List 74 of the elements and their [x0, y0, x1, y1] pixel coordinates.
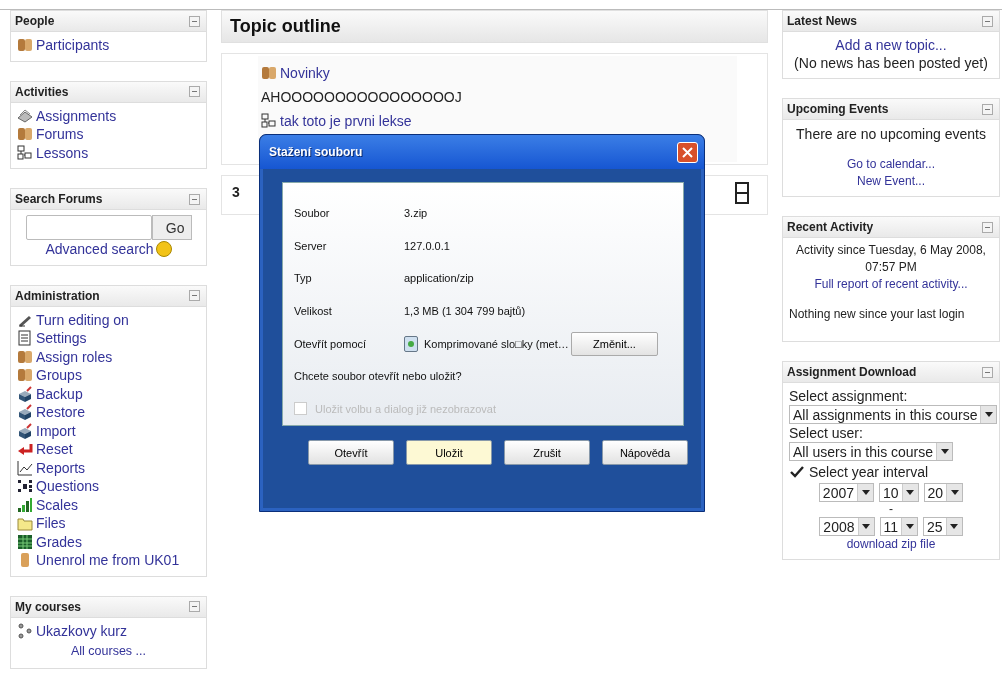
field-label: Select user:: [789, 424, 864, 442]
sidebar-link[interactable]: Settings: [17, 329, 200, 348]
block-title: Recent Activity: [787, 220, 874, 234]
field-label: Server: [294, 239, 328, 252]
field-label: Typ: [294, 272, 313, 285]
sidebar-link[interactable]: Files: [17, 514, 200, 533]
block-title: People: [15, 14, 55, 28]
all-courses-link[interactable]: All courses ...: [17, 640, 200, 662]
calendar-link[interactable]: New Event...: [789, 173, 993, 190]
block-title: Search Forums: [15, 192, 103, 206]
user-select[interactable]: All users in this course: [789, 442, 954, 461]
field-value: application/zip: [404, 272, 474, 285]
sidebar-link[interactable]: Reset: [17, 440, 200, 459]
full-report-link[interactable]: Full report of recent activity...: [789, 276, 993, 293]
field-value: 3.zip: [404, 207, 428, 220]
sidebar-link[interactable]: Ukazkovy kurz: [17, 621, 200, 640]
news-note: (No news has been posted yet): [793, 54, 989, 72]
field-value: Komprimované slo□ky (met…: [424, 337, 569, 350]
sidebar-link[interactable]: Forums: [17, 125, 200, 144]
dialog-title: Stažení souboru: [269, 145, 363, 159]
field-value: 1,3 MB (1 304 799 bajtů): [404, 305, 526, 317]
date-select[interactable]: 25: [923, 517, 963, 536]
dialog-button[interactable]: Nápověda: [602, 440, 688, 465]
sidebar-link[interactable]: Restore: [17, 403, 200, 422]
date-select[interactable]: 11: [879, 517, 919, 536]
activity-since: Activity since Tuesday, 6 May 2008, 07:57 PM: [795, 242, 987, 276]
dialog-button[interactable]: Zrušit: [504, 440, 590, 465]
activity-link[interactable]: tak toto je prvni lekse: [261, 109, 734, 133]
dialog-button[interactable]: Otevřít: [308, 440, 394, 465]
dialog-button[interactable]: Uložit: [406, 440, 492, 465]
date-separator: -: [888, 502, 894, 517]
go-button[interactable]: Go: [151, 215, 192, 240]
sidebar-link[interactable]: Lessons: [17, 143, 200, 162]
add-topic-link[interactable]: Add a new topic...: [789, 36, 993, 54]
advanced-search-link[interactable]: Advanced search: [45, 240, 154, 259]
sidebar-link[interactable]: Grades: [17, 532, 200, 551]
sidebar-link[interactable]: Unenrol me from UK01: [17, 551, 200, 570]
sidebar-link[interactable]: Turn editing on: [17, 310, 200, 329]
sidebar-link[interactable]: Questions: [17, 477, 200, 496]
date-select[interactable]: 2007: [818, 483, 874, 502]
activity-link[interactable]: Novinky: [261, 61, 734, 85]
sidebar-link[interactable]: Reports: [17, 458, 200, 477]
field-value: 127.0.0.1: [404, 239, 450, 252]
sidebar-link[interactable]: Import: [17, 421, 200, 440]
date-select[interactable]: 2008: [819, 517, 875, 536]
block-title: Upcoming Events: [787, 102, 889, 116]
assignment-select[interactable]: All assignments in this course: [789, 405, 998, 424]
sidebar-link[interactable]: Scales: [17, 495, 200, 514]
calendar-link[interactable]: Go to calendar...: [789, 156, 993, 173]
field-label: Soubor: [294, 207, 331, 220]
field-label: Select assignment:: [789, 387, 909, 405]
download-link[interactable]: download zip file: [789, 536, 993, 553]
block-title: Activities: [15, 84, 69, 99]
question-text: Chcete soubor otevřít nebo uložit?: [294, 370, 462, 383]
sidebar-link[interactable]: Participants: [17, 36, 200, 55]
section-text: AHOOOOOOOOOOOOOOOOJ: [261, 88, 463, 107]
sidebar-link[interactable]: Groups: [17, 366, 200, 385]
date-select[interactable]: 10: [879, 483, 919, 502]
field-label: Velikost: [294, 305, 333, 317]
date-select[interactable]: 20: [923, 483, 964, 502]
activity-note: Nothing new since your last login: [789, 306, 966, 323]
block-title: Latest News: [787, 14, 858, 28]
page-heading: Topic outline: [230, 16, 341, 37]
block-title: My courses: [15, 599, 82, 614]
field-label: Otevřít pomocí: [294, 337, 368, 350]
sidebar-link[interactable]: Assign roles: [17, 347, 200, 366]
change-button[interactable]: Změnit...: [571, 331, 658, 356]
checkbox-label: Select year interval: [809, 463, 929, 481]
sidebar-link[interactable]: Assignments: [17, 106, 200, 125]
sidebar-link[interactable]: Backup: [17, 384, 200, 403]
block-title: Assignment Download: [787, 365, 917, 379]
events-note: There are no upcoming events: [795, 125, 987, 144]
section-number: 3: [231, 183, 241, 202]
block-title: Administration: [15, 288, 100, 303]
